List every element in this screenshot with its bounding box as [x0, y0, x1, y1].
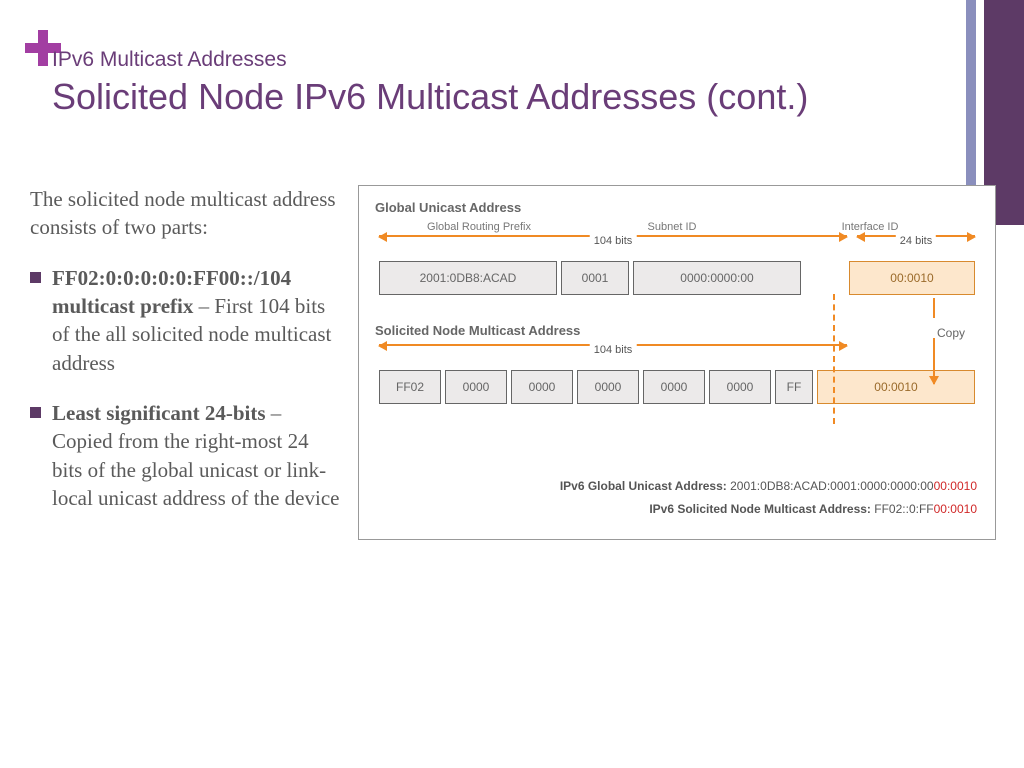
footer-line-sn: IPv6 Solicited Node Multicast Address: F…	[560, 498, 977, 521]
bullet-item: Least significant 24-bits – Copied from …	[30, 399, 340, 512]
body-area: The solicited node multicast address con…	[30, 185, 996, 540]
diagram-panel: Global Unicast Address Global Routing Pr…	[358, 185, 996, 540]
gua-block: 0000:0000:00	[633, 261, 801, 295]
section-title-gua: Global Unicast Address	[375, 200, 979, 215]
footer-val: FF02::0:FF	[874, 502, 933, 516]
range-104-sn-label: 104 bits	[590, 344, 637, 356]
range-row-sn: 104 bits	[379, 344, 975, 366]
intro-text: The solicited node multicast address con…	[30, 185, 340, 242]
sn-block: 0000	[709, 370, 771, 404]
bullet-item: FF02:0:0:0:0:0:FF00::/104 multicast pref…	[30, 264, 340, 377]
section-title-sn: Solicited Node Multicast Address	[375, 323, 979, 338]
range-104: 104 bits	[379, 235, 847, 237]
text-column: The solicited node multicast address con…	[30, 185, 340, 540]
sn-block: FF02	[379, 370, 441, 404]
copy-label: Copy	[937, 326, 965, 340]
gua-block-last24: 00:0010	[849, 261, 975, 295]
sub-labels: Global Routing Prefix Subnet ID Interfac…	[399, 221, 955, 233]
range-row-gua: 104 bits 24 bits	[379, 235, 975, 257]
bullet-list: FF02:0:0:0:0:0:FF00::/104 multicast pref…	[30, 264, 340, 513]
sn-block: 0000	[445, 370, 507, 404]
slide-header: IPv6 Multicast Addresses Solicited Node …	[52, 48, 924, 118]
gua-block: 2001:0DB8:ACAD	[379, 261, 557, 295]
label-iface: Interface ID	[785, 221, 955, 233]
label-grp: Global Routing Prefix	[399, 221, 559, 233]
sn-block: 0000	[511, 370, 573, 404]
diagram-footer: IPv6 Global Unicast Address: 2001:0DB8:A…	[560, 475, 977, 521]
footer-label: IPv6 Global Unicast Address:	[560, 479, 730, 493]
gua-block: 0001	[561, 261, 629, 295]
footer-label: IPv6 Solicited Node Multicast Address:	[649, 502, 874, 516]
footer-red: 00:0010	[934, 502, 977, 516]
range-104-label: 104 bits	[590, 235, 637, 247]
label-subnet: Subnet ID	[627, 221, 717, 233]
footer-red: 00:0010	[934, 479, 977, 493]
sn-block: FF	[775, 370, 813, 404]
range-24: 24 bits	[857, 235, 975, 237]
sn-block-last24: 00:0010	[817, 370, 975, 404]
gap	[805, 261, 845, 295]
footer-val: 2001:0DB8:ACAD:0001:0000:0000:00	[730, 479, 934, 493]
main-title: Solicited Node IPv6 Multicast Addresses …	[52, 76, 924, 118]
range-24-label: 24 bits	[896, 235, 936, 247]
footer-line-gua: IPv6 Global Unicast Address: 2001:0DB8:A…	[560, 475, 977, 498]
copy-arrow	[933, 298, 935, 318]
sn-block: 0000	[577, 370, 639, 404]
gua-blocks: 2001:0DB8:ACAD 0001 0000:0000:00 00:0010	[379, 261, 975, 295]
sn-blocks: FF02 0000 0000 0000 0000 0000 FF 00:0010	[379, 370, 975, 404]
sn-block: 0000	[643, 370, 705, 404]
bullet-bold: Least significant 24-bits	[52, 401, 266, 425]
pre-title: IPv6 Multicast Addresses	[52, 48, 924, 72]
range-104-sn: 104 bits	[379, 344, 847, 346]
